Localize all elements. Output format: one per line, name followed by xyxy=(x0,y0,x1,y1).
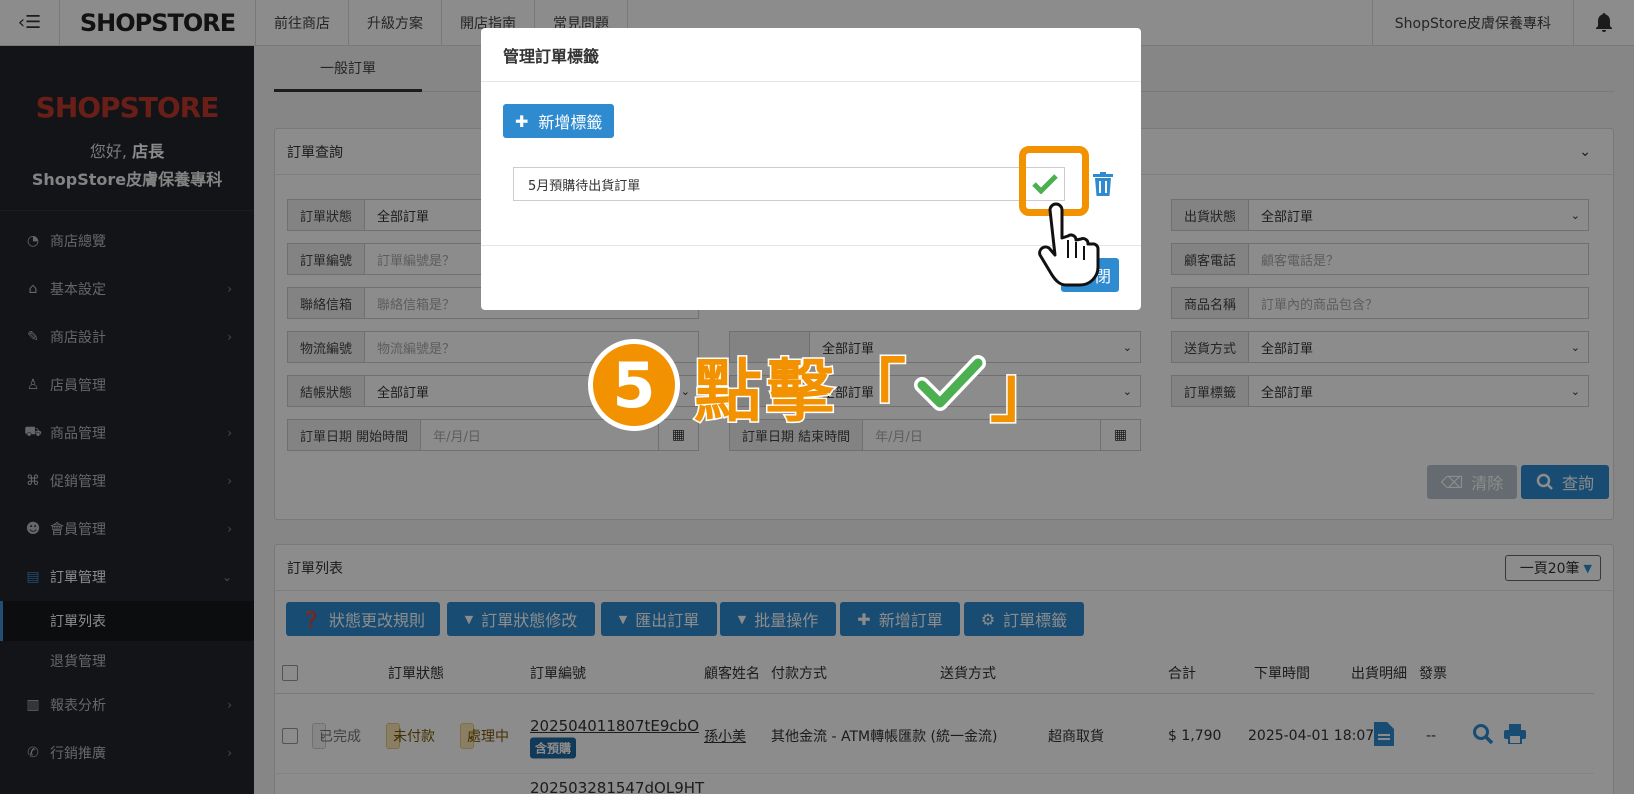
step-number-badge: 5 xyxy=(588,339,680,431)
step-annotation: 5 點擊「 」 xyxy=(588,339,1062,433)
check-icon xyxy=(914,355,987,415)
instruction-text-before: 點擊「 xyxy=(692,351,911,433)
step-instruction: 點擊「 」 xyxy=(692,336,1063,435)
instruction-text-after: 」 xyxy=(989,351,1063,433)
delete-tag-button[interactable] xyxy=(1091,167,1115,201)
add-tag-button[interactable]: ✚ 新增標籤 xyxy=(503,104,615,138)
hand-pointer-icon xyxy=(1038,202,1100,287)
trash-icon xyxy=(1093,172,1113,196)
tag-name-input[interactable]: 5月預購待出貨訂單 xyxy=(513,167,1021,201)
plus-icon: ✚ xyxy=(515,111,529,131)
add-tag-label: 新增標籤 xyxy=(538,113,603,132)
modal-title: 管理訂單標籤 xyxy=(481,28,1141,82)
